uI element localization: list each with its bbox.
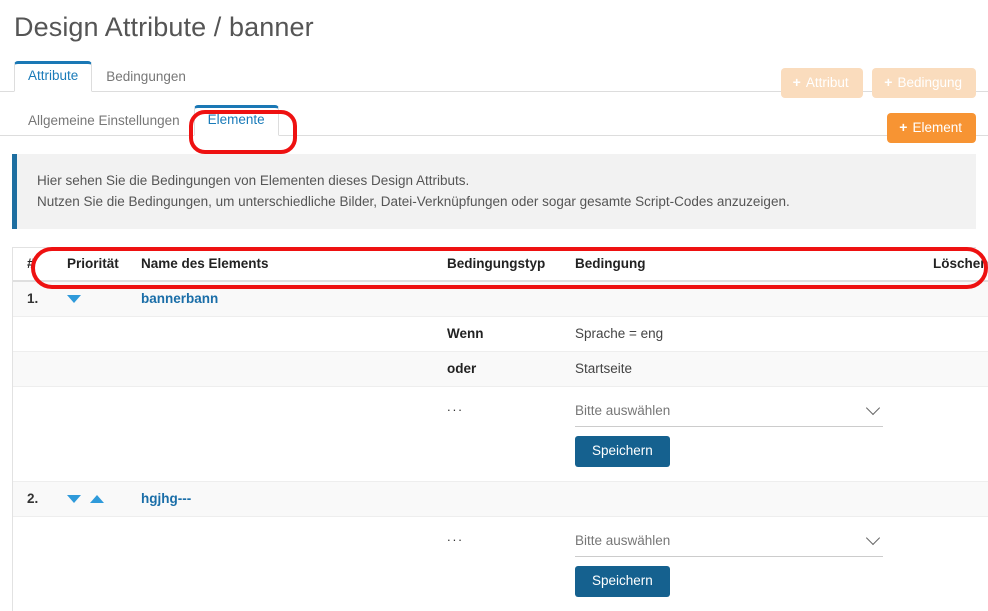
save-button[interactable]: Speichern (575, 566, 670, 597)
add-element-button[interactable]: + Element (887, 113, 976, 143)
table-header-row: # Priorität Name des Elements Bedingungs… (13, 248, 988, 281)
condition-type-label: Wenn (447, 326, 484, 341)
save-button[interactable]: Speichern (575, 436, 670, 467)
condition-type-placeholder: ... (447, 529, 464, 544)
tab-elemente[interactable]: Elemente (194, 105, 279, 136)
tab-allgemeine-einstellungen[interactable]: Allgemeine Einstellungen (14, 106, 194, 136)
move-down-icon[interactable] (67, 495, 81, 503)
plus-icon: + (899, 119, 907, 136)
element-name-link[interactable]: bannerbann (141, 291, 218, 306)
header-priority: Priorität (63, 248, 137, 281)
add-element-label: Element (912, 120, 962, 135)
table-row: ... Bitte auswählen Speichern (13, 517, 988, 611)
condition-select[interactable]: Bitte auswählen (575, 529, 883, 557)
header-actions-primary: + Attribut + Bedingung (781, 68, 976, 98)
info-panel: Hier sehen Sie die Bedingungen von Eleme… (12, 154, 976, 229)
table-row: oder Startseite ✖ (13, 352, 988, 387)
row-number: 2. (27, 491, 38, 506)
table-row: 1. bannerbann ✖ (13, 281, 988, 317)
element-name-link[interactable]: hgjhg--- (141, 491, 191, 506)
move-up-icon[interactable] (90, 495, 104, 503)
add-bedingung-label: Bedingung (897, 75, 962, 90)
info-line-1: Hier sehen Sie die Bedingungen von Eleme… (37, 170, 958, 191)
add-bedingung-button[interactable]: + Bedingung (872, 68, 976, 98)
chevron-down-icon (866, 531, 880, 545)
table-row: Wenn Sprache = eng ✖ (13, 317, 988, 352)
plus-icon: + (793, 74, 801, 91)
header-actions-secondary: + Element (887, 113, 976, 143)
condition-select-value: Bitte auswählen (575, 403, 670, 418)
tab-bedingungen[interactable]: Bedingungen (92, 62, 200, 92)
tab-attribute[interactable]: Attribute (14, 61, 92, 92)
add-attribut-label: Attribut (806, 75, 849, 90)
secondary-tabstrip: Allgemeine Einstellungen Elemente (0, 105, 988, 136)
move-down-icon[interactable] (67, 295, 81, 303)
elements-table: # Priorität Name des Elements Bedingungs… (13, 248, 988, 611)
condition-select-value: Bitte auswählen (575, 533, 670, 548)
table-row: ... Bitte auswählen Speichern (13, 387, 988, 482)
priority-sort-controls (67, 291, 81, 306)
add-attribut-button[interactable]: + Attribut (781, 68, 863, 98)
header-condition-type: Bedingungstyp (443, 248, 571, 281)
info-line-2: Nutzen Sie die Bedingungen, um unterschi… (37, 191, 958, 212)
condition-select[interactable]: Bitte auswählen (575, 399, 883, 427)
header-num: # (13, 248, 63, 281)
row-number: 1. (27, 291, 38, 306)
header-element-name: Name des Elements (137, 248, 443, 281)
condition-type-label: oder (447, 361, 476, 376)
elements-table-wrapper: # Priorität Name des Elements Bedingungs… (12, 247, 976, 611)
header-condition: Bedingung (571, 248, 929, 281)
priority-sort-controls (67, 491, 104, 506)
page-title: Design Attribute / banner (0, 0, 988, 44)
table-row: 2. hgjhg--- ✖ (13, 482, 988, 517)
condition-value: Startseite (575, 361, 632, 376)
plus-icon: + (884, 74, 892, 91)
condition-type-placeholder: ... (447, 399, 464, 414)
condition-value: Sprache = eng (575, 326, 663, 341)
chevron-down-icon (866, 401, 880, 415)
header-delete: Löschen (929, 248, 988, 281)
